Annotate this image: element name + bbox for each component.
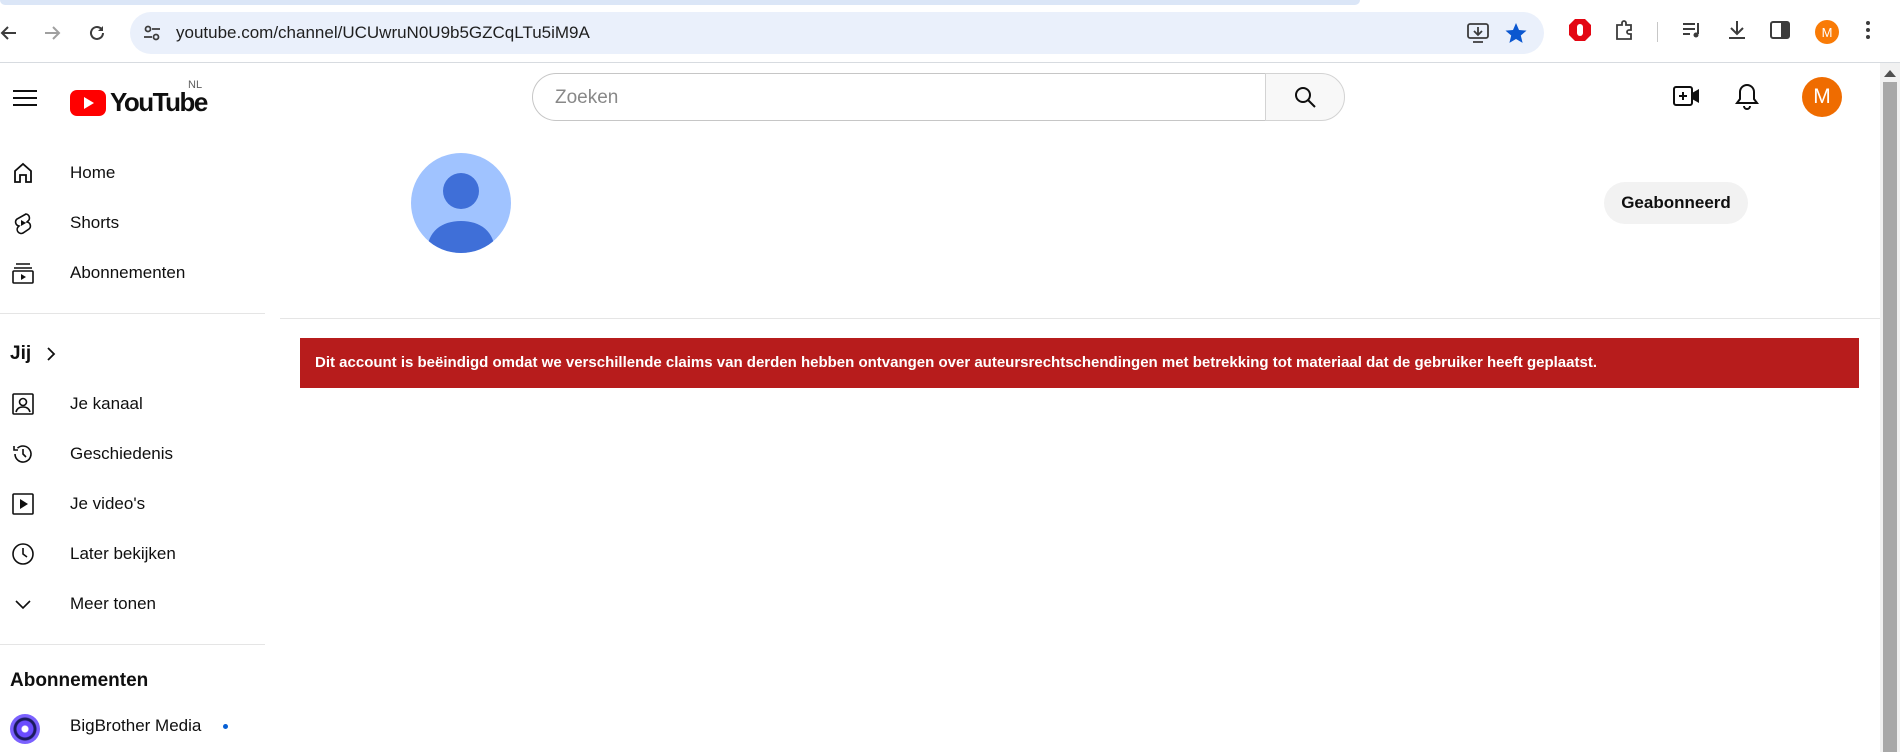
channel-avatar: [411, 153, 511, 253]
sidebar-divider: [0, 644, 265, 645]
search-box: [532, 73, 1265, 121]
sidebar-subscription-item[interactable]: BigBrother Media: [0, 702, 265, 750]
account-avatar[interactable]: M: [1802, 77, 1842, 117]
adblock-extension-icon[interactable]: [1568, 18, 1592, 42]
toolbar-divider: [1657, 22, 1658, 42]
account-terminated-alert: Dit account is beëindigd omdat we versch…: [300, 338, 1859, 388]
bookmark-star-icon[interactable]: [1504, 21, 1528, 45]
sidebar-item-label: Abonnementen: [70, 263, 186, 282]
search-button[interactable]: [1265, 73, 1345, 121]
back-button[interactable]: [0, 16, 26, 50]
sidebar-item-history[interactable]: Geschiedenis: [0, 430, 265, 478]
sidebar-item-label: Je video's: [70, 494, 146, 513]
sidebar-item-label: Meer tonen: [70, 594, 156, 613]
side-panel-icon[interactable]: [1768, 18, 1792, 42]
sidebar-item-subscriptions[interactable]: Abonnementen: [0, 249, 265, 297]
channel-avatar-small: [10, 714, 40, 744]
sidebar-item-show-more[interactable]: Meer tonen: [0, 580, 265, 628]
your-videos-icon: [12, 493, 34, 515]
new-content-dot: [223, 724, 228, 729]
browser-profile-avatar[interactable]: M: [1815, 20, 1839, 44]
sidebar-item-your-channel[interactable]: Je kanaal: [0, 380, 265, 428]
shorts-icon: [14, 213, 32, 235]
your-channel-icon: [12, 393, 34, 415]
address-bar[interactable]: youtube.com/channel/UCUwruN0U9b5GZCqLTu5…: [130, 12, 1544, 54]
sidebar-item-label: Shorts: [70, 213, 120, 232]
sidebar-item-label: Geschiedenis: [70, 444, 174, 463]
subscribed-button[interactable]: Geabonneerd: [1604, 182, 1748, 224]
search-icon: [1295, 87, 1316, 108]
downloads-icon[interactable]: [1725, 18, 1749, 42]
sidebar-item-label: Home: [70, 163, 116, 182]
menu-hamburger-icon[interactable]: [10, 83, 40, 113]
subscriptions-icon: [12, 263, 34, 284]
home-icon: [14, 162, 32, 183]
extensions-puzzle-icon[interactable]: [1613, 18, 1637, 42]
sidebar-divider: [0, 313, 265, 314]
sidebar-item-your-videos[interactable]: Je video's: [0, 480, 265, 528]
subscription-name: BigBrother Media: [70, 716, 202, 735]
sidebar-item-home[interactable]: Home: [0, 149, 265, 197]
history-icon: [13, 445, 32, 463]
chevron-down-icon: [15, 600, 31, 610]
country-code: NL: [188, 79, 203, 91]
reload-icon: [90, 25, 104, 40]
youtube-logo[interactable]: YouTube NL: [70, 79, 208, 118]
tab-strip: [0, 0, 1360, 5]
channel-header-divider: [280, 318, 1880, 319]
notifications-bell-icon[interactable]: [1734, 82, 1760, 110]
watch-later-icon: [12, 543, 34, 565]
back-arrow-icon: [0, 26, 16, 40]
scrollbar-thumb[interactable]: [1883, 82, 1897, 752]
url-text[interactable]: youtube.com/channel/UCUwruN0U9b5GZCqLTu5…: [176, 23, 590, 43]
sidebar-item-shorts[interactable]: Shorts: [0, 199, 265, 247]
search-input[interactable]: [553, 86, 1247, 110]
sidebar-you-header[interactable]: Jij: [0, 329, 265, 377]
media-controls-icon[interactable]: [1680, 18, 1704, 42]
install-app-icon[interactable]: [1466, 22, 1490, 44]
sidebar-item-watch-later[interactable]: Later bekijken: [0, 530, 265, 578]
youtube-wordmark: YouTube: [110, 87, 208, 117]
browser-menu-icon[interactable]: [1863, 18, 1873, 42]
youtube-play-logo-icon: [70, 89, 106, 116]
youtube-masthead: YouTube NL M: [0, 63, 1880, 133]
default-user-icon: [427, 173, 495, 253]
create-video-icon[interactable]: [1672, 83, 1702, 109]
forward-button[interactable]: [35, 16, 69, 50]
sidebar-item-label: Later bekijken: [70, 544, 176, 563]
chevron-right-icon: [47, 347, 56, 361]
site-settings-icon[interactable]: [142, 23, 162, 43]
subscriptions-heading: Abonnementen: [10, 670, 149, 691]
reload-button[interactable]: [80, 16, 114, 50]
sidebar: Home Shorts Abonnementen Jij Je kanaal G…: [0, 133, 265, 752]
you-heading: Jij: [10, 343, 32, 364]
forward-arrow-icon: [45, 26, 61, 40]
browser-toolbar: youtube.com/channel/UCUwruN0U9b5GZCqLTu5…: [0, 0, 1900, 63]
scroll-up-arrow-icon[interactable]: [1884, 70, 1896, 77]
sidebar-item-label: Je kanaal: [70, 394, 143, 413]
